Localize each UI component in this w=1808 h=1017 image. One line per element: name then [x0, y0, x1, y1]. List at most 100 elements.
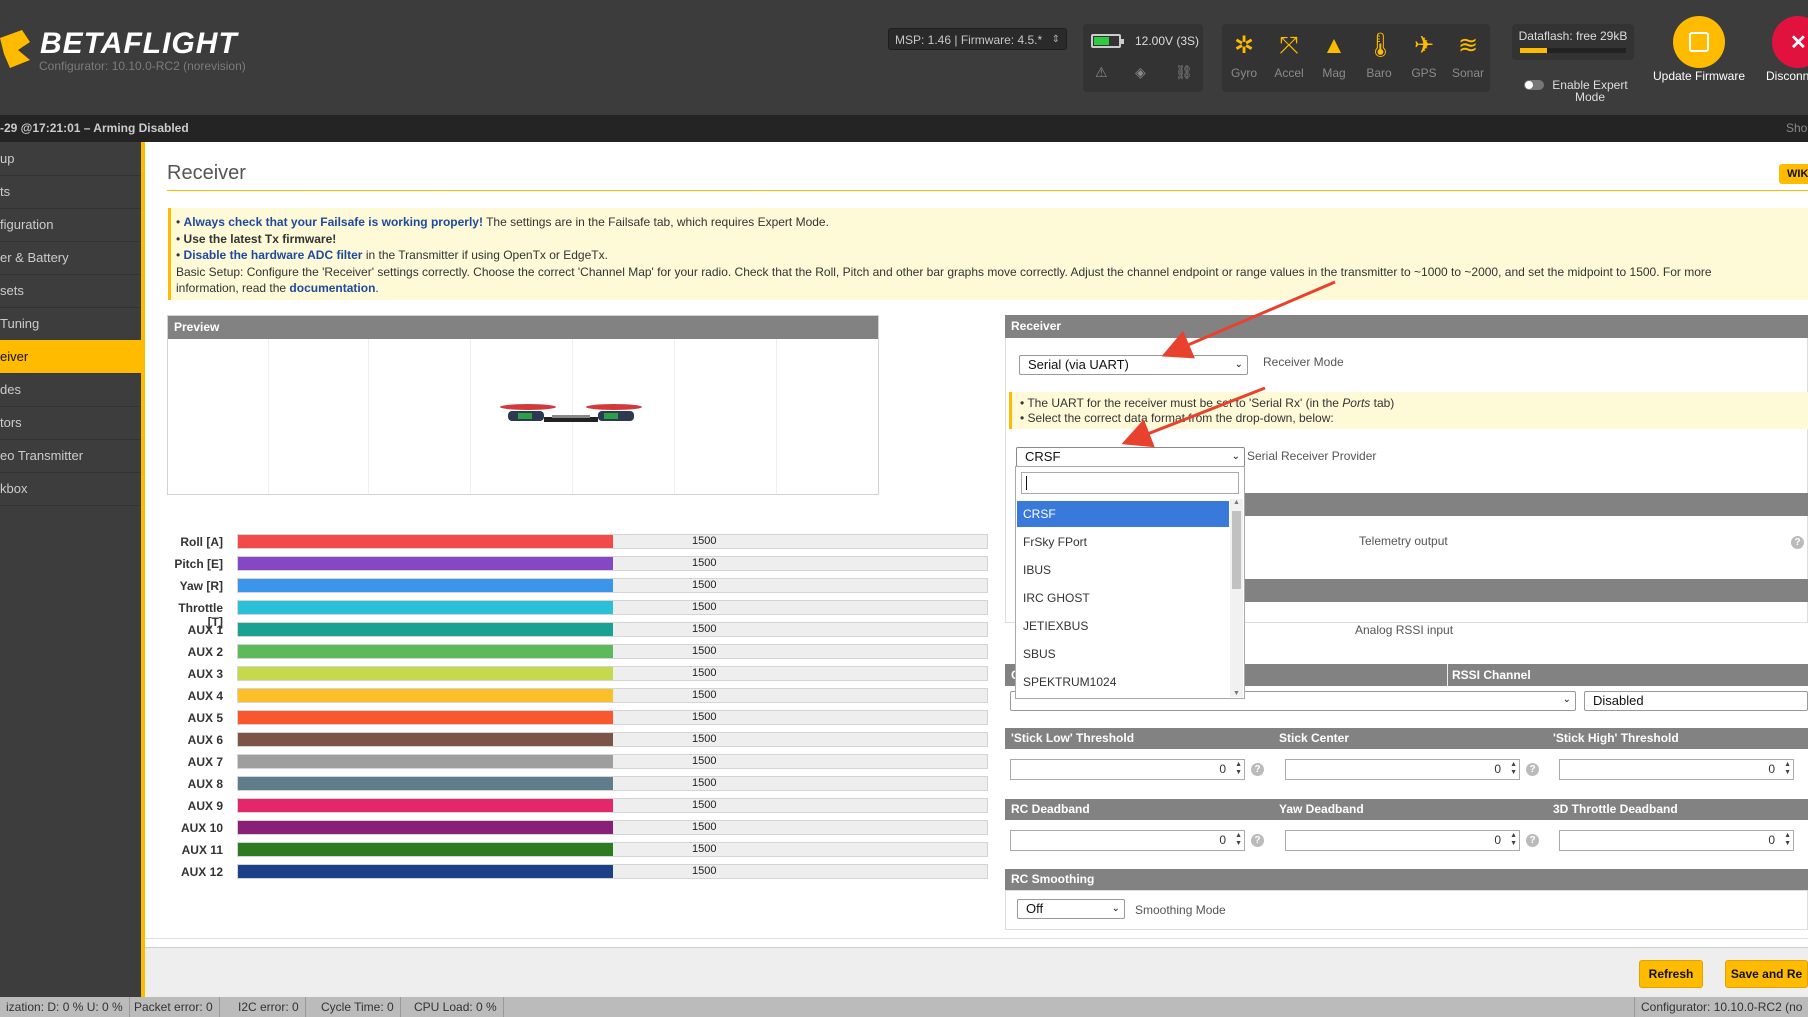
toggle-switch[interactable]: [1524, 80, 1544, 90]
show-log-link[interactable]: Sho: [1786, 115, 1807, 142]
sidebar-item-ports[interactable]: ts: [0, 175, 141, 209]
channel-bar: 1500: [237, 578, 988, 593]
sidebar-item-video-transmitter[interactable]: eo Transmitter: [0, 439, 141, 473]
serial-provider-select[interactable]: CRSF ⌄: [1016, 447, 1245, 467]
sidebar-item-power-battery[interactable]: er & Battery: [0, 241, 141, 275]
configurator-version-footer: Configurator: 10.10.0-RC2 (no: [1634, 997, 1808, 1017]
stick-center-title: Stick Center: [1279, 731, 1350, 745]
documentation-link[interactable]: documentation: [289, 281, 375, 295]
sidebar-item-motors[interactable]: tors: [0, 406, 141, 440]
smoothing-mode-select[interactable]: Off ⌄: [1017, 899, 1125, 919]
rssi-channel-title: RSSI Channel: [1447, 664, 1531, 686]
rssi-input-label: Analog RSSI input: [1355, 623, 1454, 637]
dropdown-option[interactable]: IRC GHOST: [1017, 585, 1229, 611]
channel-bar: 1500: [237, 842, 988, 857]
channel-bar: 1500: [237, 666, 988, 681]
sensor-sonar: ≋ Sonar: [1451, 32, 1485, 80]
yaw-deadband-input[interactable]: 0 ▲ ▼: [1285, 830, 1520, 851]
sidebar-item-receiver[interactable]: eiver: [0, 340, 141, 374]
scrollbar-thumb[interactable]: [1232, 511, 1241, 589]
documentation-post: .: [375, 281, 379, 295]
configurator-version: Configurator: 10.10.0-RC2 (norevision): [39, 59, 246, 73]
dropdown-option[interactable]: SPEKTRUM1024: [1017, 669, 1229, 695]
channel-bar-fill: [238, 645, 613, 658]
channel-value: 1500: [692, 689, 717, 701]
help-icon[interactable]: ?: [1791, 536, 1804, 549]
rssi-channel-select[interactable]: Disabled: [1584, 691, 1808, 711]
sidebar-item-setup[interactable]: up: [0, 142, 141, 176]
receiver-mode-select[interactable]: Serial (via UART) ⌄: [1019, 355, 1248, 375]
accel-icon: ⤧: [1279, 32, 1299, 59]
dropdown-search-input[interactable]: [1021, 472, 1239, 494]
channel-value: 1500: [692, 755, 717, 767]
channel-value: 1500: [692, 535, 717, 547]
channel-label: AUX 12: [180, 865, 223, 879]
sensor-baro: 🌡 Baro: [1365, 32, 1396, 80]
i2c-error: I2C error: 0: [232, 997, 306, 1017]
receiver-help-note: • Always check that your Failsafe is wor…: [168, 208, 1808, 300]
channel-bar-fill: [238, 755, 613, 768]
channel-value: 1500: [692, 821, 717, 833]
cpu-load: CPU Load: 0 %: [408, 997, 504, 1017]
channel-label: AUX 4: [187, 689, 223, 703]
battery-box: 12.00V (3S) ⚠ ◈ ⛓: [1083, 24, 1203, 92]
stick-high-input[interactable]: 0 ▲ ▼: [1559, 759, 1794, 780]
dropdown-option[interactable]: SBUS: [1017, 641, 1229, 667]
dataflash-box: Dataflash: free 29kB: [1512, 24, 1634, 60]
chevron-down-icon: ⌄: [1231, 451, 1240, 462]
header: BETAFLIGHT Configurator: 10.10.0-RC2 (no…: [0, 0, 1808, 115]
sidebar-item-blackbox[interactable]: kbox: [0, 472, 141, 506]
tx-firmware-note: Use the latest Tx firmware!: [183, 231, 337, 246]
disconnect-button[interactable]: ✕: [1772, 16, 1808, 68]
status-footer: ization: D: 0 % U: 0 % Packet error: 0 I…: [0, 997, 1808, 1017]
channel-value: 1500: [692, 623, 717, 635]
disconnect-label: Disconn: [1766, 69, 1808, 83]
dropdown-option[interactable]: FrSky FPort: [1017, 529, 1229, 555]
smoothing-mode-label: Smoothing Mode: [1135, 903, 1226, 917]
dropdown-scrollbar[interactable]: ▲ ▼: [1230, 499, 1243, 697]
channel-label: AUX 3: [187, 667, 223, 681]
channel-value: 1500: [692, 557, 717, 569]
basic-setup-text: Basic Setup: Configure the 'Receiver' se…: [176, 264, 1712, 279]
msp-firmware-select[interactable]: MSP: 1.46 | Firmware: 4.5.* ⇕: [888, 28, 1067, 50]
sidebar-item-modes[interactable]: des: [0, 373, 141, 407]
failsafe-warning: Always check that your Failsafe is worki…: [183, 215, 483, 229]
help-icon[interactable]: ?: [1526, 834, 1539, 847]
sidebar-item-presets[interactable]: sets: [0, 274, 141, 308]
dataflash-bar: [1520, 48, 1626, 53]
title-divider: [167, 190, 1808, 191]
sensor-accel: ⤧ Accel: [1274, 32, 1304, 80]
wiki-button[interactable]: WIK: [1779, 164, 1808, 184]
arming-status: -29 @17:21:01 – Arming Disabled: [0, 121, 189, 135]
channel-bar: 1500: [237, 688, 988, 703]
update-firmware-button[interactable]: [1673, 16, 1725, 68]
sensor-gyro: ✲ Gyro: [1230, 32, 1257, 80]
help-icon[interactable]: ?: [1251, 834, 1264, 847]
channel-value: 1500: [692, 865, 717, 877]
channel-label: AUX 10: [180, 821, 223, 835]
help-icon[interactable]: ?: [1251, 763, 1264, 776]
channel-label: AUX 7: [187, 755, 223, 769]
channel-bar: 1500: [237, 754, 988, 769]
dropdown-option[interactable]: JETIEXBUS: [1017, 613, 1229, 639]
dropdown-option[interactable]: CRSF: [1017, 501, 1229, 527]
channel-label: AUX 8: [187, 777, 223, 791]
sidebar-item-pid-tuning[interactable]: Tuning: [0, 307, 141, 341]
channel-bar: 1500: [237, 600, 988, 615]
quad-model-icon: [500, 404, 642, 422]
packet-error: Packet error: 0: [128, 997, 220, 1017]
refresh-button[interactable]: Refresh: [1639, 960, 1703, 988]
stick-center-input[interactable]: 0 ▲ ▼: [1285, 759, 1520, 780]
help-icon[interactable]: ?: [1526, 763, 1539, 776]
save-reboot-button[interactable]: Save and Re: [1725, 960, 1808, 988]
deadbands-header: RC Deadband Yaw Deadband 3D Throttle Dea…: [1005, 799, 1808, 820]
channel-bar-fill: [238, 535, 613, 548]
status-strip: -29 @17:21:01 – Arming Disabled Sho: [0, 115, 1808, 142]
throttle-deadband-input[interactable]: 0 ▲ ▼: [1559, 830, 1794, 851]
rc-deadband-input[interactable]: 0 ▲ ▼: [1010, 830, 1245, 851]
sidebar-item-configuration[interactable]: figuration: [0, 208, 141, 242]
dropdown-option[interactable]: IBUS: [1017, 557, 1229, 583]
stick-low-input[interactable]: 0 ▲ ▼: [1010, 759, 1245, 780]
channel-value: 1500: [692, 667, 717, 679]
channel-value: 1500: [692, 843, 717, 855]
